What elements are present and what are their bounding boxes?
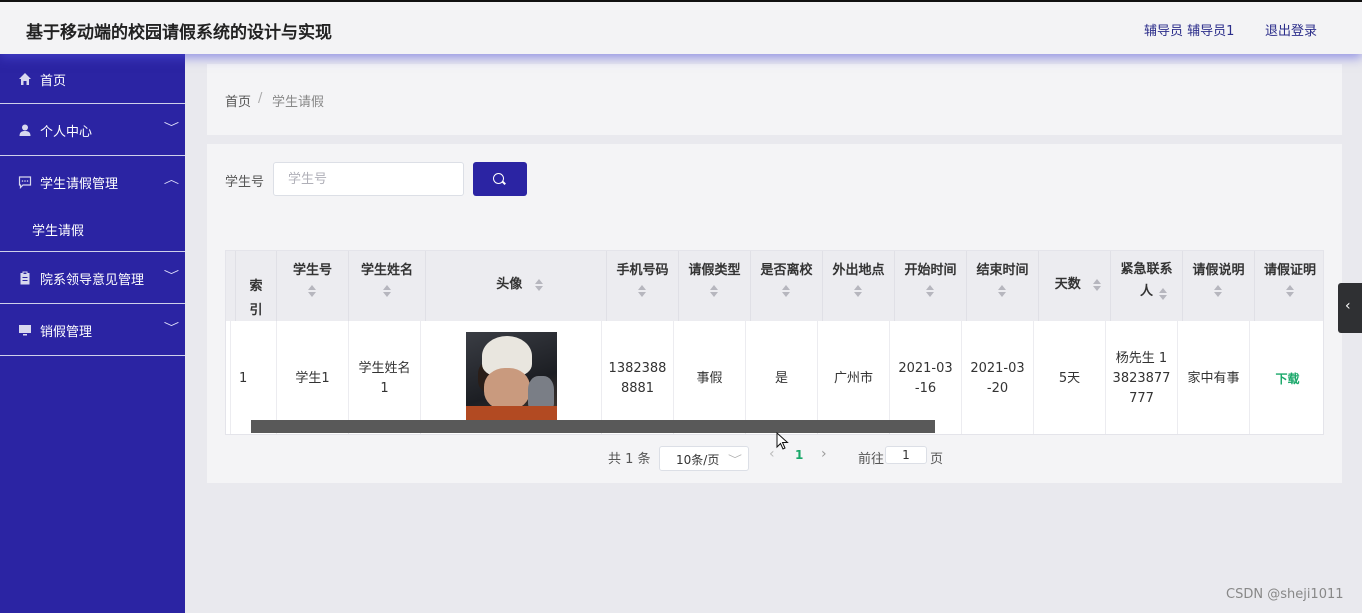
sidebar-item-label: 学生请假管理 bbox=[40, 177, 119, 192]
cell-emergency-contact: 杨先生 13823877777 bbox=[1106, 321, 1178, 434]
top-header: 基于移动端的校园请假系统的设计与实现 辅导员 辅导员1 退出登录 bbox=[0, 0, 1362, 54]
breadcrumb-current: 学生请假 bbox=[272, 95, 325, 110]
search-icon bbox=[493, 173, 504, 184]
cell-phone: 13823888881 bbox=[602, 321, 674, 434]
next-page-icon[interactable]: › bbox=[821, 446, 827, 462]
chevron-down-icon: ﹀ bbox=[163, 121, 180, 134]
col-end-time[interactable]: 结束时间 bbox=[967, 251, 1039, 321]
breadcrumb: 首页 / 学生请假 bbox=[207, 64, 1342, 135]
student-no-search-input[interactable] bbox=[273, 162, 464, 196]
col-proof[interactable]: 请假证明 bbox=[1255, 251, 1323, 321]
goto-label: 前往 bbox=[858, 452, 885, 467]
sort-icon[interactable] bbox=[638, 284, 647, 297]
col-leave-type[interactable]: 请假类型 bbox=[679, 251, 751, 321]
col-student-name[interactable]: 学生姓名 bbox=[349, 251, 426, 321]
sidebar-item-leave-management[interactable]: 学生请假管理 ︿ bbox=[0, 156, 185, 208]
sidebar-subitem-student-leave[interactable]: 学生请假 bbox=[0, 208, 185, 252]
main-panel: 学生号 索引 学生号 学生姓名 头像 手机号码 请假类型 是否离校 外出地点 开… bbox=[207, 144, 1342, 483]
search-button[interactable] bbox=[473, 162, 527, 196]
horizontal-scrollbar[interactable] bbox=[251, 420, 935, 433]
sort-icon[interactable] bbox=[1214, 284, 1223, 297]
cell-location: 广州市 bbox=[818, 321, 890, 434]
cell-days: 5天 bbox=[1034, 321, 1106, 434]
sort-icon[interactable] bbox=[1093, 278, 1102, 291]
sort-icon[interactable] bbox=[710, 284, 719, 297]
cell-reason: 家中有事 bbox=[1178, 321, 1250, 434]
mouse-cursor-icon bbox=[776, 432, 789, 450]
cell-avatar bbox=[421, 321, 602, 434]
sidebar-item-label: 院系领导意见管理 bbox=[40, 273, 145, 288]
monitor-icon bbox=[19, 325, 31, 336]
pagination: 共 1 条 10条/页 ﹀ ‹ 1 › 前往 页 bbox=[207, 444, 1342, 474]
chevron-left-icon: ‹ bbox=[1345, 298, 1351, 314]
cell-index: 1 bbox=[231, 321, 277, 434]
prev-page-icon[interactable]: ‹ bbox=[769, 446, 775, 462]
cell-start-time: 2021-03-16 bbox=[890, 321, 962, 434]
sort-icon[interactable] bbox=[782, 284, 791, 297]
col-days[interactable]: 天数 bbox=[1039, 251, 1111, 321]
current-user: 辅导员 辅导员1 bbox=[1144, 24, 1235, 39]
cell-left-school: 是 bbox=[746, 321, 818, 434]
sidebar: 首页 个人中心 ﹀ 学生请假管理 ︿ 学生请假 院系领导意见管理 ﹀ 销假管理 … bbox=[0, 54, 185, 613]
chat-icon bbox=[18, 176, 32, 189]
avatar[interactable] bbox=[465, 332, 557, 421]
page-unit-label: 页 bbox=[930, 452, 944, 467]
sort-icon[interactable] bbox=[1159, 287, 1168, 300]
col-location[interactable]: 外出地点 bbox=[823, 251, 895, 321]
cell-student-no: 学生1 bbox=[277, 321, 349, 434]
col-avatar[interactable]: 头像 bbox=[426, 251, 607, 321]
sidebar-item-leave-cancel[interactable]: 销假管理 ﹀ bbox=[0, 304, 185, 356]
user-icon bbox=[19, 124, 31, 136]
breadcrumb-home[interactable]: 首页 bbox=[225, 91, 251, 110]
chevron-down-icon: ﹀ bbox=[163, 321, 180, 334]
col-start-time[interactable]: 开始时间 bbox=[895, 251, 967, 321]
collapse-panel-button[interactable]: ‹ bbox=[1338, 283, 1362, 333]
app-title: 基于移动端的校园请假系统的设计与实现 bbox=[26, 23, 332, 43]
cell-end-time: 2021-03-20 bbox=[962, 321, 1034, 434]
col-left-school[interactable]: 是否离校 bbox=[751, 251, 823, 321]
table-row[interactable]: 1 学生1 学生姓名1 13823888881 事假 是 广州市 2021-03… bbox=[226, 321, 1323, 434]
chevron-down-icon: ﹀ bbox=[728, 455, 742, 466]
col-phone[interactable]: 手机号码 bbox=[607, 251, 679, 321]
sort-icon[interactable] bbox=[854, 284, 863, 297]
sidebar-item-profile[interactable]: 个人中心 ﹀ bbox=[0, 104, 185, 156]
sort-icon[interactable] bbox=[382, 284, 392, 297]
sort-icon[interactable] bbox=[998, 284, 1007, 297]
cell-student-name: 学生姓名1 bbox=[349, 321, 421, 434]
cell-proof: 下载 bbox=[1250, 321, 1323, 434]
clipboard-icon bbox=[20, 271, 30, 285]
col-reason[interactable]: 请假说明 bbox=[1183, 251, 1255, 321]
search-label: 学生号 bbox=[225, 175, 265, 190]
leave-table: 索引 学生号 学生姓名 头像 手机号码 请假类型 是否离校 外出地点 开始时间 … bbox=[225, 250, 1324, 435]
table-header-spacer bbox=[226, 251, 236, 321]
chevron-down-icon: ﹀ bbox=[163, 269, 180, 282]
goto-page-input[interactable] bbox=[885, 446, 927, 464]
table-header: 索引 学生号 学生姓名 头像 手机号码 请假类型 是否离校 外出地点 开始时间 … bbox=[226, 251, 1323, 321]
col-emergency-contact[interactable]: 紧急联系人 bbox=[1111, 251, 1183, 321]
breadcrumb-separator: / bbox=[258, 91, 263, 106]
watermark: CSDN @sheji1011 bbox=[1226, 587, 1344, 602]
sort-icon[interactable] bbox=[308, 284, 317, 297]
sidebar-item-label: 学生请假 bbox=[32, 224, 85, 239]
cell-leave-type: 事假 bbox=[674, 321, 746, 434]
download-link[interactable]: 下载 bbox=[1275, 369, 1299, 389]
logout-link[interactable]: 退出登录 bbox=[1265, 20, 1317, 39]
sidebar-item-label: 销假管理 bbox=[40, 325, 93, 340]
chevron-up-icon: ︿ bbox=[163, 173, 180, 186]
sidebar-item-home[interactable]: 首页 bbox=[0, 54, 185, 104]
sort-icon[interactable] bbox=[1285, 284, 1295, 297]
sidebar-item-label: 个人中心 bbox=[40, 125, 93, 140]
sidebar-item-dept-opinion[interactable]: 院系领导意见管理 ﹀ bbox=[0, 252, 185, 304]
sidebar-item-label: 首页 bbox=[40, 74, 67, 89]
page-number[interactable]: 1 bbox=[795, 448, 803, 462]
col-student-no[interactable]: 学生号 bbox=[277, 251, 349, 321]
col-index[interactable]: 索引 bbox=[236, 251, 277, 321]
page-size-select[interactable]: 10条/页 ﹀ bbox=[659, 446, 749, 471]
home-icon bbox=[19, 73, 31, 85]
pagination-total: 共 1 条 bbox=[608, 452, 651, 467]
sort-icon[interactable] bbox=[926, 284, 935, 297]
sort-icon[interactable] bbox=[534, 278, 544, 291]
